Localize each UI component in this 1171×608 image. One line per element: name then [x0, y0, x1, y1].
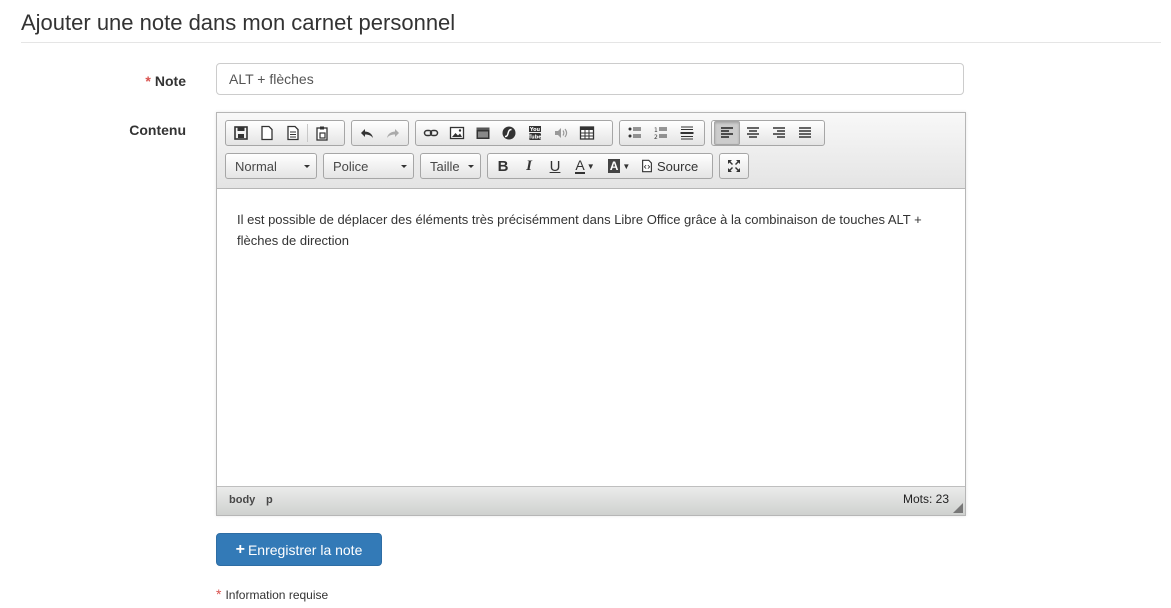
- editor-statusbar: body p Mots: 23: [217, 486, 965, 515]
- toolbar-group-lists: 12: [619, 120, 705, 146]
- rich-text-editor: You Tube 12 Normal Police Taille B I U A ▼…: [216, 112, 966, 516]
- editor-toolbar: You Tube 12 Normal Police Taille B I U A ▼…: [217, 113, 965, 189]
- numbered-list-icon[interactable]: 12: [648, 121, 674, 145]
- source-icon: [642, 159, 652, 173]
- undo-icon[interactable]: [354, 121, 380, 145]
- required-mark: *: [145, 73, 151, 89]
- italic-button[interactable]: I: [516, 154, 542, 178]
- element-path-p[interactable]: p: [266, 494, 273, 506]
- resize-handle-icon[interactable]: [953, 503, 963, 513]
- toolbar-group-document: [225, 120, 345, 146]
- bg-color-label: A: [607, 159, 621, 173]
- plus-icon: +: [235, 540, 245, 558]
- required-mark: *: [216, 586, 222, 602]
- table-icon[interactable]: [574, 121, 600, 145]
- align-left-icon[interactable]: [714, 121, 740, 145]
- editor-content-area[interactable]: Il est possible de déplacer des éléments…: [217, 189, 965, 489]
- element-path-body[interactable]: body: [229, 494, 255, 506]
- video-icon[interactable]: [470, 121, 496, 145]
- underline-button[interactable]: U: [542, 154, 568, 178]
- word-count: Mots: 23: [902, 492, 949, 506]
- save-note-label: Enregistrer la note: [247, 541, 363, 558]
- required-info: * Information requise: [216, 586, 328, 602]
- text-color-label: A: [575, 157, 585, 174]
- toolbar-group-insert: You Tube: [415, 120, 613, 146]
- paste-from-word-icon[interactable]: [309, 121, 335, 145]
- maximize-icon[interactable]: [722, 154, 746, 178]
- link-icon[interactable]: [418, 121, 444, 145]
- justify-icon[interactable]: [792, 121, 818, 145]
- source-button[interactable]: Source: [636, 154, 702, 178]
- note-input[interactable]: [216, 63, 964, 95]
- note-label: * Note: [100, 73, 186, 89]
- chevron-down-icon: [401, 165, 407, 168]
- toolbar-separator: [307, 124, 308, 142]
- source-label: Source: [657, 158, 699, 174]
- chevron-down-icon: [304, 165, 310, 168]
- horizontal-line-icon[interactable]: [674, 121, 700, 145]
- svg-text:You: You: [529, 127, 541, 133]
- note-label-text: Note: [154, 73, 186, 89]
- format-select-value: Normal: [235, 158, 277, 174]
- font-select[interactable]: Police: [323, 153, 414, 179]
- format-select[interactable]: Normal: [225, 153, 317, 179]
- chevron-down-icon: [468, 165, 474, 168]
- content-label: Contenu: [129, 122, 186, 138]
- audio-icon[interactable]: [548, 121, 574, 145]
- save-icon[interactable]: [228, 121, 254, 145]
- redo-icon[interactable]: [380, 121, 406, 145]
- required-info-text: Information requise: [225, 588, 329, 602]
- bg-color-button[interactable]: A ▼: [602, 154, 636, 178]
- toolbar-group-undo: [351, 120, 409, 146]
- new-page-icon[interactable]: [254, 121, 280, 145]
- align-right-icon[interactable]: [766, 121, 792, 145]
- bold-label: B: [497, 157, 509, 175]
- svg-text:1: 1: [654, 127, 658, 134]
- text-color-button[interactable]: A ▼: [568, 154, 602, 178]
- title-divider: [21, 42, 1161, 43]
- toolbar-group-style: B I U A ▼ A ▼ Source: [487, 153, 713, 179]
- youtube-icon[interactable]: You Tube: [522, 121, 548, 145]
- font-select-value: Police: [333, 158, 369, 174]
- toolbar-group-maximize: [719, 153, 749, 179]
- svg-text:Tube: Tube: [528, 135, 542, 141]
- templates-icon[interactable]: [280, 121, 306, 145]
- bold-button[interactable]: B: [490, 154, 516, 178]
- underline-label: U: [549, 157, 561, 175]
- toolbar-group-align: [711, 120, 825, 146]
- align-center-icon[interactable]: [740, 121, 766, 145]
- chevron-down-icon: ▼: [586, 161, 595, 171]
- bulleted-list-icon[interactable]: [622, 121, 648, 145]
- chevron-down-icon: ▼: [622, 161, 631, 171]
- size-select-value: Taille: [430, 158, 460, 174]
- size-select[interactable]: Taille: [420, 153, 481, 179]
- image-icon[interactable]: [444, 121, 470, 145]
- italic-label: I: [526, 157, 532, 174]
- flash-icon[interactable]: [496, 121, 522, 145]
- page-title: Ajouter une note dans mon carnet personn…: [21, 10, 456, 35]
- save-note-button[interactable]: + Enregistrer la note: [216, 533, 382, 566]
- content-paragraph: Il est possible de déplacer des éléments…: [237, 212, 922, 248]
- svg-text:2: 2: [654, 134, 658, 141]
